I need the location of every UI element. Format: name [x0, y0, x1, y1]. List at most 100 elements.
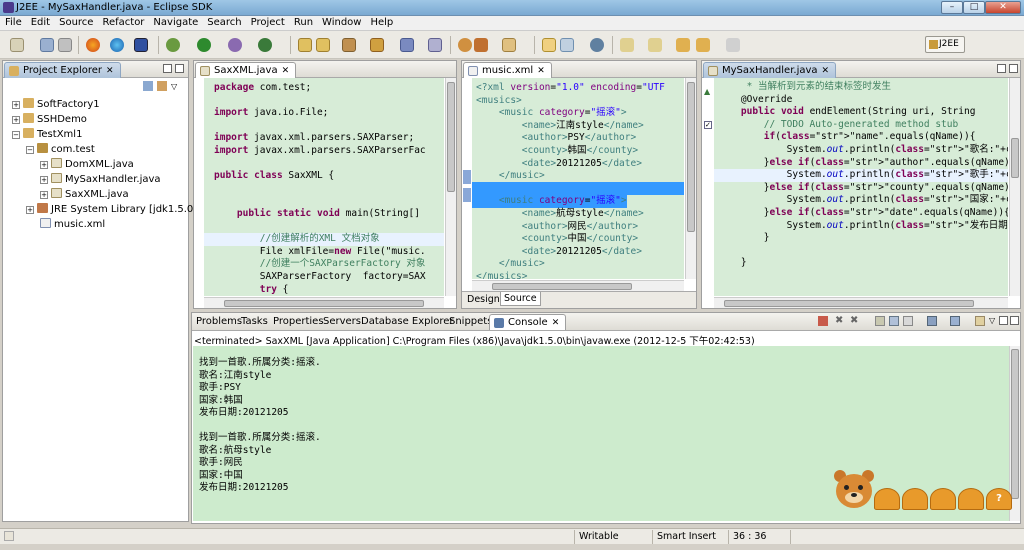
tree-item-music-xml[interactable]: music.xml: [40, 218, 105, 232]
menu-refactor[interactable]: Refactor: [97, 16, 148, 28]
code-area[interactable]: package com.test; import java.io.File; imp…: [204, 78, 444, 296]
close-icon[interactable]: ✕: [552, 318, 560, 328]
minimize-view-icon[interactable]: [999, 316, 1008, 325]
mascot-button-1[interactable]: [874, 488, 900, 510]
code-line[interactable]: <author>网民</author>: [476, 221, 638, 234]
scroll-lock-icon[interactable]: [889, 316, 899, 326]
tree-item-saxxml[interactable]: + SaxXML.java: [40, 188, 129, 202]
new-icon[interactable]: [10, 38, 24, 52]
mascot-help-button[interactable]: ?: [986, 488, 1012, 510]
code-line[interactable]: // TODO Auto-generated method stub: [718, 119, 958, 132]
pen-icon[interactable]: [474, 38, 488, 52]
code-line[interactable]: public void endElement(String uri, Strin…: [718, 106, 976, 119]
tab-saxxml[interactable]: SaxXML.java ✕: [195, 62, 297, 78]
debug-icon[interactable]: [166, 38, 180, 52]
minimize-view-icon[interactable]: [163, 64, 172, 73]
ie-browser-icon[interactable]: [110, 38, 124, 52]
tree-item-mysaxhandler[interactable]: + MySaxHandler.java: [40, 173, 161, 187]
code-line[interactable]: }: [718, 232, 770, 245]
external-tools-icon[interactable]: [228, 38, 242, 52]
menu-window[interactable]: Window: [317, 16, 365, 28]
expand-icon[interactable]: +: [40, 191, 48, 199]
vertical-scrollbar[interactable]: [685, 78, 696, 279]
mascot-button-4[interactable]: [958, 488, 984, 510]
code-line[interactable]: import javax.xml.parsers.SAXParserFac: [214, 145, 426, 158]
menu-edit[interactable]: Edit: [26, 16, 54, 28]
remove-launch-icon[interactable]: ✖: [835, 315, 843, 326]
tree-item-testxml1[interactable]: − TestXml1: [12, 128, 82, 142]
next-annotation-icon[interactable]: [620, 38, 634, 52]
mascot-button-3[interactable]: [930, 488, 956, 510]
expand-icon[interactable]: +: [40, 161, 48, 169]
code-line[interactable]: * 当解析到元素的结束标签时发生: [718, 81, 891, 94]
mascot-button-2[interactable]: [902, 488, 928, 510]
vertical-scrollbar[interactable]: [1009, 78, 1020, 296]
close-icon[interactable]: ✕: [282, 66, 290, 76]
code-line[interactable]: SAXParserFactory factory=SAX: [214, 271, 426, 284]
menu-help[interactable]: Help: [365, 16, 397, 28]
menu-navigate[interactable]: Navigate: [148, 16, 202, 28]
code-line[interactable]: import java.io.File;: [214, 107, 328, 120]
code-line[interactable]: <music category="摇滚">: [476, 107, 627, 120]
design-tab[interactable]: Design: [464, 292, 503, 307]
code-line[interactable]: System.out.println(class="str">"发布日期:"+c: [718, 220, 1008, 233]
close-window-button[interactable]: ✕: [985, 1, 1021, 14]
collapse-all-icon[interactable]: [143, 81, 153, 91]
pin-console-icon[interactable]: [950, 316, 960, 326]
expand-icon[interactable]: +: [12, 116, 20, 124]
open-console-icon[interactable]: [975, 316, 985, 326]
toggle-mark-occurrences-icon[interactable]: [542, 38, 556, 52]
maximize-button[interactable]: □: [963, 1, 985, 14]
horizontal-scrollbar[interactable]: [714, 297, 1008, 308]
code-line[interactable]: }else if(class="str">"author".equals(qNa…: [718, 157, 1008, 170]
code-line[interactable]: if(class="str">"name".equals(qName)){: [718, 131, 976, 144]
firefox-icon[interactable]: [86, 38, 100, 52]
code-line[interactable]: }else if(class="str">"county".equals(qNa…: [718, 182, 1008, 195]
menu-project[interactable]: Project: [246, 16, 289, 28]
save-icon[interactable]: [40, 38, 54, 52]
link-editor-icon[interactable]: [157, 81, 167, 91]
maximize-view-icon[interactable]: [1009, 64, 1018, 73]
new-java-project-icon[interactable]: [298, 38, 312, 52]
run-icon[interactable]: [197, 38, 211, 52]
code-line[interactable]: </music>: [476, 258, 545, 271]
code-line[interactable]: <name>江南style</name>: [476, 120, 644, 133]
code-line[interactable]: System.out.println(class="str">"歌手:"+con…: [718, 169, 1008, 182]
source-tab[interactable]: Source: [500, 292, 541, 306]
expand-icon[interactable]: +: [40, 176, 48, 184]
code-area[interactable]: * 当解析到元素的结束标签时发生 @Override public void e…: [714, 78, 1008, 296]
code-line[interactable]: }: [718, 257, 747, 270]
code-line[interactable]: <county>中国</county>: [476, 233, 638, 246]
tree-item-jre-library[interactable]: + JRE System Library [jdk1.5.0]: [26, 203, 197, 217]
close-icon[interactable]: ✕: [106, 66, 114, 76]
remove-all-icon[interactable]: ✖: [850, 315, 858, 326]
tree-item-com-test[interactable]: − com.test: [26, 143, 95, 157]
view-menu-icon[interactable]: ▽: [989, 316, 995, 325]
folder-icon[interactable]: [502, 38, 516, 52]
terminate-icon[interactable]: [818, 316, 828, 326]
minimize-button[interactable]: –: [941, 1, 963, 14]
code-line[interactable]: </musics>: [476, 271, 528, 279]
menu-file[interactable]: File: [0, 16, 26, 28]
minimize-view-icon[interactable]: [997, 64, 1006, 73]
run-config-icon[interactable]: [258, 38, 272, 52]
code-line[interactable]: </music>: [476, 170, 545, 183]
code-line[interactable]: <date>20121205</date>: [476, 158, 642, 171]
code-line[interactable]: <name>航母style</name>: [476, 208, 644, 221]
tree-item-domxml[interactable]: + DomXML.java: [40, 158, 134, 172]
expand-icon[interactable]: +: [12, 101, 20, 109]
tab-database-explorer[interactable]: Database Explorer: [358, 314, 460, 330]
display-console-icon[interactable]: [927, 316, 937, 326]
collapse-icon[interactable]: −: [26, 146, 34, 154]
last-edit-icon[interactable]: [676, 38, 690, 52]
menu-search[interactable]: Search: [202, 16, 245, 28]
tab-tasks[interactable]: Tasks: [238, 314, 274, 330]
code-line[interactable]: @Override: [718, 94, 792, 107]
code-area[interactable]: <?xml version="1.0" encoding="UTF <musics…: [472, 78, 684, 279]
word-wrap-icon[interactable]: [903, 316, 913, 326]
perspective-j2ee-button[interactable]: J2EE: [925, 36, 965, 53]
horizontal-scrollbar[interactable]: [204, 297, 444, 308]
code-line[interactable]: }else if(class="str">"date".equals(qName…: [718, 207, 1008, 220]
code-line[interactable]: File xmlFile=new File("music.: [214, 246, 426, 259]
code-line[interactable]: import javax.xml.parsers.SAXParser;: [214, 132, 414, 145]
